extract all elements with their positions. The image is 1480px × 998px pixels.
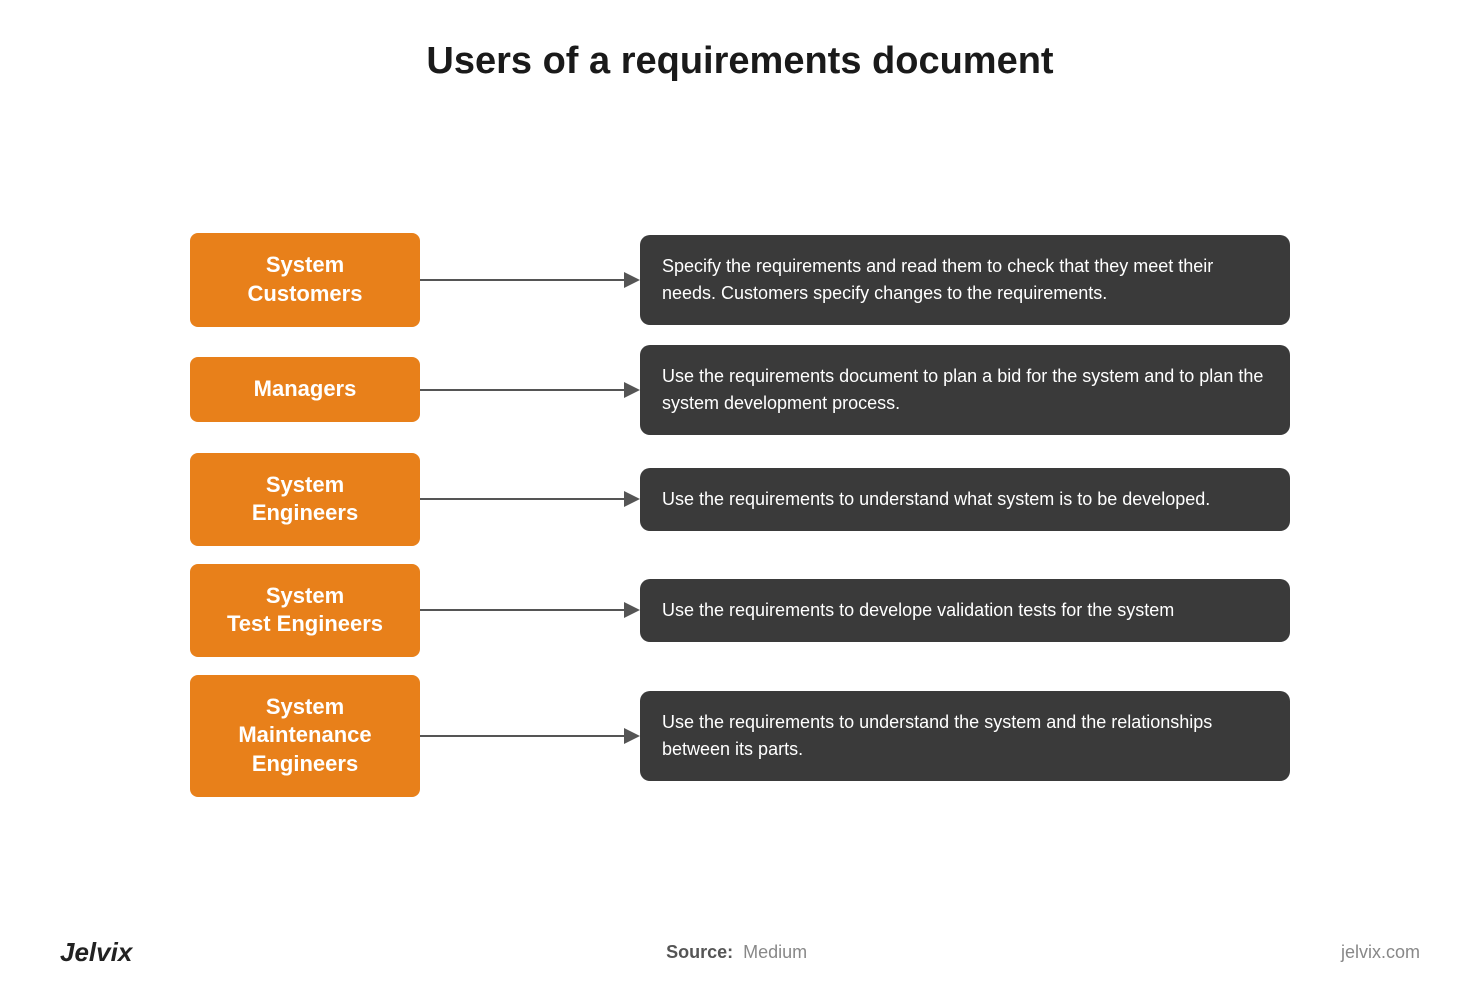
- label-system-test-engineers: System Test Engineers: [190, 564, 420, 657]
- footer-source: Source: Medium: [666, 942, 807, 963]
- row-system-customers: System Customers Specify the requirements…: [190, 233, 1290, 326]
- arrow-line: [420, 498, 624, 500]
- description-system-maintenance-engineers: Use the requirements to understand the s…: [640, 691, 1290, 781]
- arrow-head: [624, 491, 640, 507]
- description-managers: Use the requirements document to plan a …: [640, 345, 1290, 435]
- label-system-maintenance-engineers: System Maintenance Engineers: [190, 675, 420, 797]
- footer-source-value: Medium: [743, 942, 807, 962]
- row-managers: Managers Use the requirements document to…: [190, 345, 1290, 435]
- row-system-engineers: System Engineers Use the requirements to …: [190, 453, 1290, 546]
- footer-brand-right: jelvix.com: [1341, 942, 1420, 963]
- row-system-maintenance-engineers: System Maintenance Engineers Use the requ…: [190, 675, 1290, 797]
- arrow-head: [624, 382, 640, 398]
- arrow-line: [420, 609, 624, 611]
- description-system-customers: Specify the requirements and read them t…: [640, 235, 1290, 325]
- arrow-line: [420, 735, 624, 737]
- arrow-head: [624, 272, 640, 288]
- diagram-container: System Customers Specify the requirements…: [190, 103, 1290, 927]
- description-system-test-engineers: Use the requirements to develope validat…: [640, 579, 1290, 642]
- row-system-test-engineers: System Test Engineers Use the requirement…: [190, 564, 1290, 657]
- footer-brand-left: Jelvix: [60, 937, 132, 968]
- arrow-line: [420, 279, 624, 281]
- label-managers: Managers: [190, 357, 420, 422]
- arrow-system-maintenance-engineers: [420, 728, 640, 744]
- arrow-head: [624, 728, 640, 744]
- arrow-line: [420, 389, 624, 391]
- page-title: Users of a requirements document: [426, 40, 1053, 83]
- footer: Jelvix Source: Medium jelvix.com: [60, 927, 1420, 968]
- label-system-customers: System Customers: [190, 233, 420, 326]
- arrow-head: [624, 602, 640, 618]
- arrow-managers: [420, 382, 640, 398]
- description-system-engineers: Use the requirements to understand what …: [640, 468, 1290, 531]
- footer-source-label: Source:: [666, 942, 733, 962]
- label-system-engineers: System Engineers: [190, 453, 420, 546]
- arrow-system-test-engineers: [420, 602, 640, 618]
- arrow-system-customers: [420, 272, 640, 288]
- arrow-system-engineers: [420, 491, 640, 507]
